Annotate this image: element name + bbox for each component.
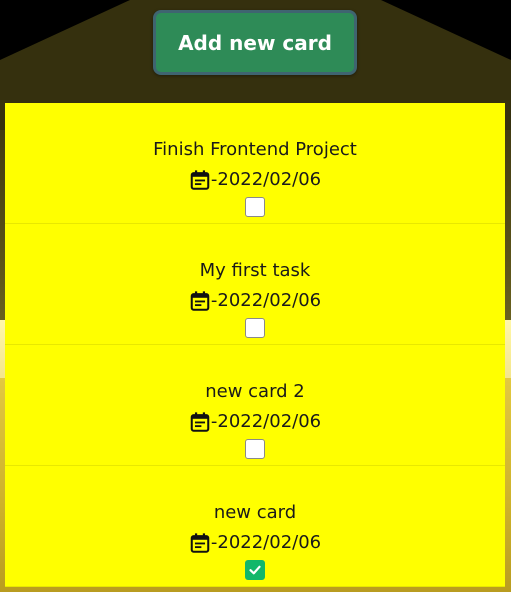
card: Finish Frontend Project -2022/02/06	[5, 103, 505, 224]
card-complete-checkbox[interactable]	[245, 439, 265, 459]
card-date-row: -2022/02/06	[189, 289, 321, 313]
card-list: Finish Frontend Project -2022/02/06 My f…	[5, 103, 505, 592]
card-date: -2022/02/06	[210, 290, 322, 311]
add-new-card-button[interactable]: Add new card	[153, 10, 357, 75]
card-date: -2022/02/06	[210, 169, 322, 190]
check-icon	[249, 565, 261, 575]
card: new card 2 -2022/02/06	[5, 345, 505, 466]
card-complete-checkbox[interactable]	[245, 560, 265, 580]
card-date: -2022/02/06	[210, 532, 322, 553]
card-title: new card 2	[205, 381, 305, 402]
card-date-row: -2022/02/06	[189, 410, 321, 434]
calendar-icon	[190, 533, 210, 553]
calendar-icon	[190, 412, 210, 432]
card-date: -2022/02/06	[210, 411, 322, 432]
card-date-row: -2022/02/06	[189, 168, 321, 192]
calendar-icon	[190, 170, 210, 190]
card-title: My first task	[199, 260, 311, 281]
card-complete-checkbox[interactable]	[245, 197, 265, 217]
card-date-row: -2022/02/06	[189, 531, 321, 555]
card-complete-checkbox[interactable]	[245, 318, 265, 338]
card-title: Finish Frontend Project	[153, 139, 357, 160]
calendar-icon	[190, 291, 210, 311]
card: new card -2022/02/06	[5, 466, 505, 587]
card-title: new card	[213, 502, 297, 523]
card: My first task -2022/02/06	[5, 224, 505, 345]
